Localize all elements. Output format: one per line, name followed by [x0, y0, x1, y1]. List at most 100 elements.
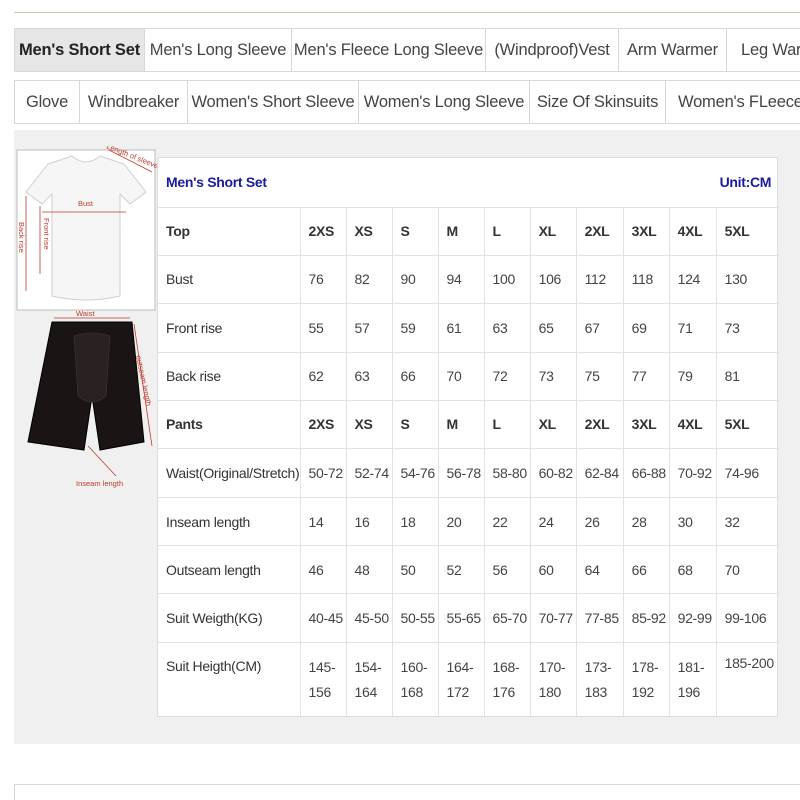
table-cell: 181- 196 — [668, 642, 717, 716]
table-cell: 164- 172 — [437, 642, 484, 716]
table-cell: 81 — [715, 351, 780, 401]
shorts-chamois — [73, 332, 111, 403]
table-cell: 72 — [483, 351, 531, 401]
size-header-cell: XL — [529, 399, 577, 449]
table-cell: 60 — [529, 545, 577, 594]
row-label: Top — [158, 206, 300, 256]
table-cell: 32 — [715, 497, 780, 546]
table-row: Pants 2XS XS S M L XL 2XL 3XL 4XL 5XL — [158, 399, 780, 449]
table-cell: 63 — [345, 351, 392, 401]
tab-mens-short-set[interactable]: Men's Short Set — [15, 29, 145, 71]
size-header-cell: 4XL — [668, 206, 717, 256]
table-cell: 45-50 — [345, 593, 392, 643]
row-label: Back rise — [158, 351, 300, 401]
inseam-arrow — [87, 445, 117, 477]
unit-label: Unit:CM — [719, 174, 772, 191]
table-cell: 73 — [715, 302, 780, 353]
table-cell: 52-74 — [345, 447, 392, 498]
table-title: Men's Short Set — [166, 174, 267, 191]
table-cell: 50-72 — [299, 447, 346, 498]
table-cell: 46 — [299, 545, 346, 594]
table-cell: 160- 168 — [391, 642, 438, 716]
table-cell: 56-78 — [437, 447, 484, 498]
table-cell: 40-45 — [299, 593, 346, 643]
table-cell: 63 — [483, 302, 531, 353]
table-cell: 106 — [529, 254, 577, 304]
tab-womens-short-sleeve[interactable]: Women's Short Sleeve — [188, 81, 359, 123]
table-cell: 65 — [529, 302, 577, 353]
tab-windbreaker[interactable]: Windbreaker — [80, 81, 188, 123]
size-header-cell: 2XS — [299, 206, 346, 256]
table-cell: 62 — [299, 351, 346, 401]
table-cell: 85-92 — [622, 593, 670, 643]
table-row: Suit Weigth(KG) 40-45 45-50 50-55 55-65 65-70… — [158, 593, 780, 643]
table-cell: 75 — [575, 351, 624, 401]
table-cell: 48 — [345, 545, 392, 594]
table-cell: 62-84 — [575, 447, 624, 498]
label-back-rise: Back rise — [17, 222, 26, 253]
size-header-cell: 2XS — [299, 399, 346, 449]
size-header-cell: 4XL — [668, 399, 717, 449]
label-waist: Waist — [76, 309, 95, 318]
table-cell: 24 — [529, 497, 577, 546]
table-cell: 66 — [391, 351, 438, 401]
tab-womens-fleece[interactable]: Women's FLeece L — [666, 81, 800, 123]
measurement-diagram: Length of sleeve Bust Front rise Back ri… — [14, 146, 164, 496]
tab-womens-long-sleeve[interactable]: Women's Long Sleeve — [359, 81, 530, 123]
table-cell: 154- 164 — [345, 642, 392, 716]
tab-windproof-vest[interactable]: (Windproof)Vest — [486, 29, 619, 71]
size-header-cell: 3XL — [622, 399, 670, 449]
size-header-cell: S — [391, 206, 438, 256]
row-label: Suit Heigth(CM) — [158, 642, 300, 716]
tab-glove[interactable]: Glove — [15, 81, 80, 123]
table-cell: 168- 176 — [483, 642, 531, 716]
table-cell: 16 — [345, 497, 392, 546]
size-header-cell: 2XL — [575, 399, 624, 449]
table-cell: 173- 183 — [575, 642, 624, 716]
table-cell: 145- 156 — [299, 642, 346, 716]
size-header-cell: M — [437, 206, 484, 256]
table-title-row: Men's Short Set Unit:CM — [158, 158, 779, 207]
tab-row-2: Glove Windbreaker Women's Short Sleeve W… — [14, 80, 800, 124]
table-cell: 73 — [529, 351, 577, 401]
table-cell: 100 — [483, 254, 531, 304]
table-cell: 70 — [715, 545, 780, 594]
table-cell: 54-76 — [391, 447, 438, 498]
row-label: Front rise — [158, 302, 300, 353]
table-cell: 79 — [668, 351, 717, 401]
table-cell: 61 — [437, 302, 484, 353]
tab-mens-long-sleeve[interactable]: Men's Long Sleeve — [145, 29, 292, 71]
table-row: Bust 76 82 90 94 100 106 112 118 124 130 — [158, 254, 780, 304]
row-label: Waist(Original/Stretch) — [158, 447, 300, 498]
table-cell: 66-88 — [622, 447, 670, 498]
table-cell: 74-96 — [715, 447, 780, 498]
table-cell: 94 — [437, 254, 484, 304]
table-cell: 90 — [391, 254, 438, 304]
table-cell: 52 — [437, 545, 484, 594]
table-cell: 20 — [437, 497, 484, 546]
table-cell: 14 — [299, 497, 346, 546]
label-front-rise: Front rise — [42, 218, 51, 250]
table-cell: 55-65 — [437, 593, 484, 643]
table-row: Outseam length 46 48 50 52 56 60 64 66 68 70 — [158, 545, 780, 594]
tab-leg-warmer[interactable]: Leg Warm — [727, 29, 800, 71]
tab-size-of-skinsuits[interactable]: Size Of Skinsuits — [530, 81, 666, 123]
table-cell: 28 — [622, 497, 670, 546]
table-cell: 60-82 — [529, 447, 577, 498]
size-header-cell: 3XL — [622, 206, 670, 256]
table-cell: 70 — [437, 351, 484, 401]
garment-illustration: Length of sleeve Bust Front rise Back ri… — [16, 146, 160, 488]
tab-mens-fleece-long-sleeve[interactable]: Men's Fleece Long Sleeve — [292, 29, 486, 71]
size-header-cell: M — [437, 399, 484, 449]
tab-row-1: Men's Short Set Men's Long Sleeve Men's … — [14, 28, 800, 72]
table-cell: 71 — [668, 302, 717, 353]
tab-arm-warmer[interactable]: Arm Warmer — [619, 29, 727, 71]
table-cell: 112 — [575, 254, 624, 304]
table-cell: 59 — [391, 302, 438, 353]
bottom-divider — [14, 784, 800, 800]
table-cell: 185-200 — [715, 642, 780, 716]
table-cell: 50 — [391, 545, 438, 594]
table-cell: 77-85 — [575, 593, 624, 643]
size-header-cell: 5XL — [715, 399, 780, 449]
label-bust: Bust — [78, 199, 94, 208]
